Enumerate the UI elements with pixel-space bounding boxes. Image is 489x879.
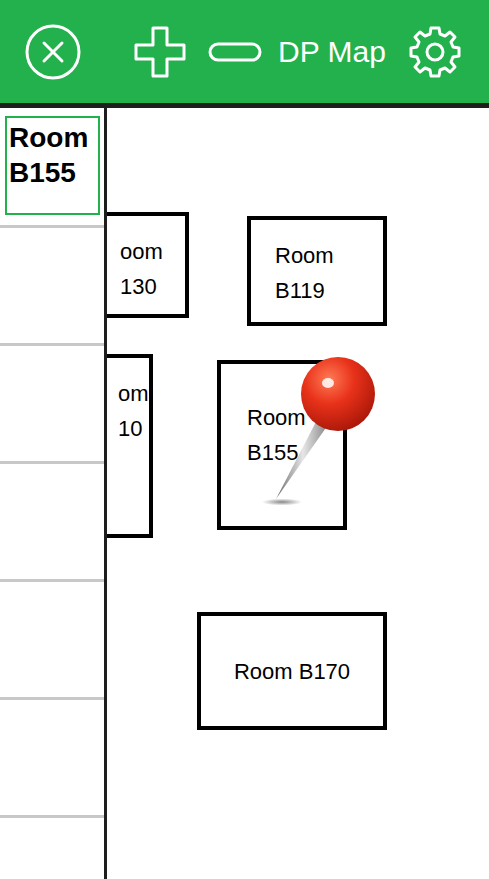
sidebar-item-label[interactable] xyxy=(5,472,100,571)
room-label: oom xyxy=(120,234,185,269)
zoom-out-icon[interactable] xyxy=(208,41,262,63)
sidebar-item[interactable] xyxy=(0,818,104,879)
sidebar-item[interactable] xyxy=(0,346,104,464)
sidebar-item-label[interactable] xyxy=(5,236,100,335)
map-pin-icon[interactable] xyxy=(262,356,382,516)
room-list: Room B155 xyxy=(0,108,107,879)
room-label: 10 xyxy=(118,411,149,446)
room-label: 130 xyxy=(120,269,185,304)
sidebar-item[interactable]: Room B155 xyxy=(0,108,104,228)
sidebar-item[interactable] xyxy=(0,228,104,346)
room[interactable]: oom130 xyxy=(107,212,189,318)
app-title: DP Map xyxy=(278,35,386,69)
floor-map[interactable]: oom130om10RoomB119RoomB155Room B170 xyxy=(107,108,489,879)
sidebar-item-label[interactable] xyxy=(5,826,100,879)
zoom-in-icon[interactable] xyxy=(133,25,187,79)
gear-icon[interactable] xyxy=(408,25,462,79)
room[interactable]: RoomB119 xyxy=(247,216,387,326)
room-label: Room B170 xyxy=(234,654,350,689)
sidebar-item[interactable] xyxy=(0,700,104,818)
room[interactable]: om10 xyxy=(107,354,153,538)
sidebar-item-label[interactable]: Room B155 xyxy=(5,116,100,215)
sidebar-item-label[interactable] xyxy=(5,708,100,807)
room-label: Room xyxy=(275,238,383,273)
title-bar: DP Map xyxy=(0,0,489,108)
room[interactable]: Room B170 xyxy=(197,612,387,730)
sidebar-item-label[interactable] xyxy=(5,354,100,453)
sidebar-item-label[interactable] xyxy=(5,590,100,689)
sidebar-item[interactable] xyxy=(0,464,104,582)
sidebar-item[interactable] xyxy=(0,582,104,700)
room-label: B119 xyxy=(275,273,383,308)
close-icon[interactable] xyxy=(24,23,82,81)
room-label: om xyxy=(118,376,149,411)
